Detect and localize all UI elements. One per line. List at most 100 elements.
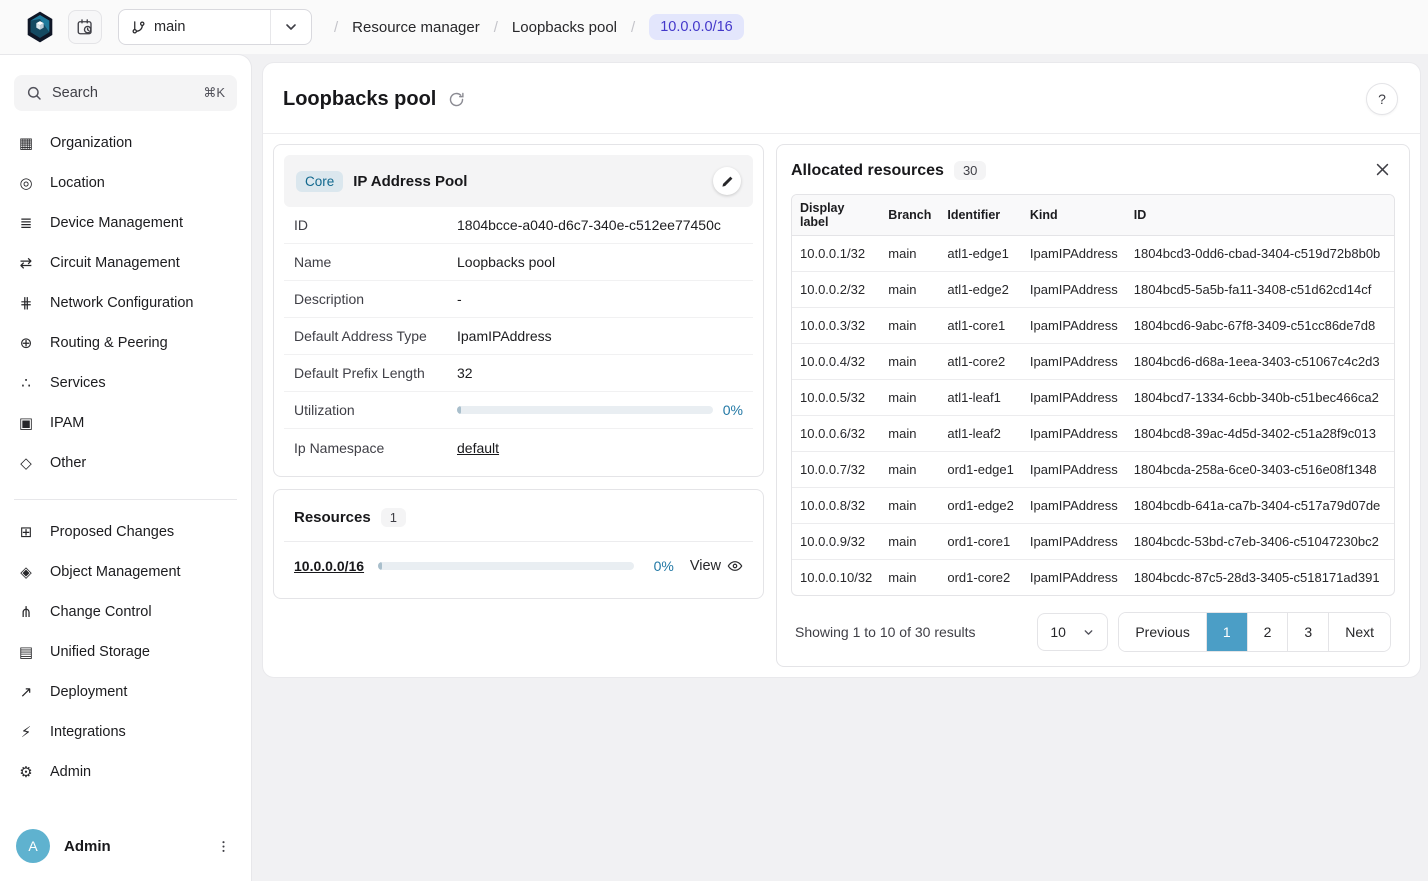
cell-branch: main xyxy=(880,308,939,344)
view-label: View xyxy=(690,558,721,574)
table-row[interactable]: 10.0.0.4/32 main atl1-core2 IpamIPAddres… xyxy=(792,344,1394,380)
help-button[interactable]: ? xyxy=(1366,83,1398,115)
chevron-down-icon xyxy=(271,19,311,35)
sidebar-item[interactable]: ▤ Unified Storage xyxy=(0,632,251,672)
breadcrumb-current[interactable]: 10.0.0.0/16 xyxy=(649,14,744,40)
sidebar-item[interactable]: ⊞ Proposed Changes xyxy=(0,512,251,552)
refresh-icon xyxy=(448,91,465,108)
field-label: Name xyxy=(294,254,457,270)
sidebar-item[interactable]: ◇ Other xyxy=(0,443,251,483)
table-row[interactable]: 10.0.0.9/32 main ord1-core1 IpamIPAddres… xyxy=(792,524,1394,560)
globe-icon: ⊕ xyxy=(17,334,35,352)
table-row[interactable]: 10.0.0.8/32 main ord1-edge2 IpamIPAddres… xyxy=(792,488,1394,524)
kebab-menu-icon xyxy=(216,839,231,854)
sidebar-item-label: Routing & Peering xyxy=(50,335,168,351)
column-header: Display label xyxy=(792,195,880,236)
table-row[interactable]: 10.0.0.3/32 main atl1-core1 IpamIPAddres… xyxy=(792,308,1394,344)
app-logo[interactable] xyxy=(24,10,56,44)
cell-display-label: 10.0.0.10/32 xyxy=(792,560,880,596)
cell-kind: IpamIPAddress xyxy=(1022,308,1126,344)
cell-identifier: atl1-core2 xyxy=(939,344,1022,380)
sidebar-item[interactable]: ▦ Organization xyxy=(0,123,251,163)
namespace-link[interactable]: default xyxy=(457,440,499,456)
sidebar-item[interactable]: ≣ Device Management xyxy=(0,203,251,243)
table-header-row: Display labelBranchIdentifierKindID xyxy=(792,195,1394,236)
resources-card: Resources 1 10.0.0.0/16 0% View xyxy=(273,489,764,599)
page-button[interactable]: 1 xyxy=(1206,613,1247,651)
main-panel: Loopbacks pool ? Core IP Address Pool xyxy=(262,62,1421,678)
sidebar-item[interactable]: ⇄ Circuit Management xyxy=(0,243,251,283)
refresh-button[interactable] xyxy=(448,91,465,108)
cell-kind: IpamIPAddress xyxy=(1022,344,1126,380)
cell-display-label: 10.0.0.3/32 xyxy=(792,308,880,344)
rocket-icon: ↗ xyxy=(17,683,35,701)
sidebar-item[interactable]: ⚙ Admin xyxy=(0,752,251,792)
cell-id: 1804bcd5-5a5b-fa11-3408-c51d62cd14cf xyxy=(1126,272,1394,308)
pagination-footer: Showing 1 to 10 of 30 results 10 Previou… xyxy=(791,612,1395,654)
cell-branch: main xyxy=(880,560,939,596)
sidebar-item[interactable]: ◈ Object Management xyxy=(0,552,251,592)
sidebar-item[interactable]: ⋔ Change Control xyxy=(0,592,251,632)
breadcrumb-separator: / xyxy=(631,19,635,36)
cell-identifier: atl1-leaf1 xyxy=(939,380,1022,416)
page-button[interactable]: 2 xyxy=(1247,613,1288,651)
column-header: ID xyxy=(1126,195,1394,236)
prefix-link[interactable]: 10.0.0.0/16 xyxy=(294,558,364,574)
edit-button[interactable] xyxy=(713,167,741,195)
sidebar-item[interactable]: ⋕ Network Configuration xyxy=(0,283,251,323)
branch-selector[interactable]: main xyxy=(118,9,312,45)
table-row[interactable]: 10.0.0.7/32 main ord1-edge1 IpamIPAddres… xyxy=(792,452,1394,488)
field-row-utilization: Utilization 0% xyxy=(284,392,753,429)
table-row[interactable]: 10.0.0.6/32 main atl1-leaf2 IpamIPAddres… xyxy=(792,416,1394,452)
next-button[interactable]: Next xyxy=(1328,613,1390,651)
cell-id: 1804bcdc-87c5-28d3-3405-c518171ad391 xyxy=(1126,560,1394,596)
sidebar-divider xyxy=(14,499,237,500)
allocated-resources-card: Allocated resources 30 Display labelBran… xyxy=(776,144,1410,667)
sidebar-item[interactable]: ⊕ Routing & Peering xyxy=(0,323,251,363)
cell-identifier: atl1-leaf2 xyxy=(939,416,1022,452)
user-menu-button[interactable] xyxy=(212,835,235,858)
cell-id: 1804bcdb-641a-ca7b-3404-c517a79d07de xyxy=(1126,488,1394,524)
utilization-percent: 0% xyxy=(723,402,743,418)
sidebar-item[interactable]: ⚡ Integrations xyxy=(0,712,251,752)
page-button[interactable]: 3 xyxy=(1287,613,1328,651)
cell-identifier: atl1-edge2 xyxy=(939,272,1022,308)
table-row[interactable]: 10.0.0.10/32 main ord1-core2 IpamIPAddre… xyxy=(792,560,1394,596)
cell-display-label: 10.0.0.6/32 xyxy=(792,416,880,452)
close-icon[interactable] xyxy=(1372,159,1393,180)
time-travel-button[interactable] xyxy=(68,10,102,44)
breadcrumb-link[interactable]: Loopbacks pool xyxy=(512,19,617,36)
search-input[interactable]: Search ⌘K xyxy=(14,75,237,111)
field-label: Utilization xyxy=(294,402,457,418)
table-row[interactable]: 10.0.0.1/32 main atl1-edge1 IpamIPAddres… xyxy=(792,236,1394,272)
field-value: 32 xyxy=(457,365,743,381)
sidebar-item-label: Integrations xyxy=(50,724,126,740)
sidebar-item[interactable]: ∴ Services xyxy=(0,363,251,403)
page-size-select[interactable]: 10 xyxy=(1037,613,1108,651)
table-row[interactable]: 10.0.0.5/32 main atl1-leaf1 IpamIPAddres… xyxy=(792,380,1394,416)
search-label: Search xyxy=(52,85,193,101)
sidebar-item-label: Object Management xyxy=(50,564,181,580)
field-row-namespace: Ip Namespace default xyxy=(284,429,753,466)
cell-id: 1804bcd8-39ac-4d5d-3402-c51a28f9c013 xyxy=(1126,416,1394,452)
column-header: Kind xyxy=(1022,195,1126,236)
cell-display-label: 10.0.0.8/32 xyxy=(792,488,880,524)
sidebar-item[interactable]: ▣ IPAM xyxy=(0,403,251,443)
page-size-value: 10 xyxy=(1050,624,1066,640)
avatar[interactable]: A xyxy=(16,829,50,863)
view-link[interactable]: View xyxy=(690,558,743,574)
previous-button[interactable]: Previous xyxy=(1119,613,1205,651)
allocated-header: Allocated resources 30 xyxy=(791,157,1395,194)
route-icon: ⇄ xyxy=(17,254,35,272)
sidebar-item-label: Services xyxy=(50,375,106,391)
breadcrumb-link[interactable]: Resource manager xyxy=(352,19,480,36)
field-row: Description - xyxy=(284,281,753,318)
ip-monitor-icon: ▣ xyxy=(17,414,35,432)
sidebar-item[interactable]: ↗ Deployment xyxy=(0,672,251,712)
table-row[interactable]: 10.0.0.2/32 main atl1-edge2 IpamIPAddres… xyxy=(792,272,1394,308)
cell-kind: IpamIPAddress xyxy=(1022,524,1126,560)
sidebar-item-label: Location xyxy=(50,175,105,191)
details-field-list: ID 1804bcce-a040-d6c7-340e-c512ee77450c … xyxy=(284,207,753,392)
sidebar-item[interactable]: ◎ Location xyxy=(0,163,251,203)
results-summary: Showing 1 to 10 of 30 results xyxy=(795,624,976,640)
